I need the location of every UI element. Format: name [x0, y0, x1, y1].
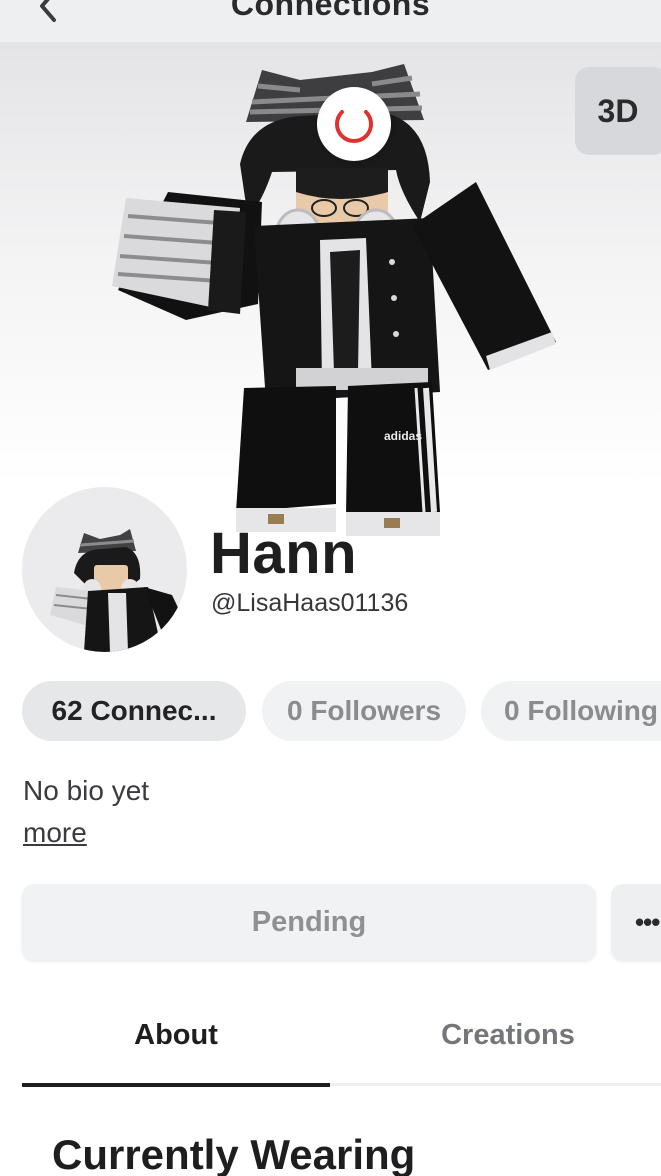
avatar[interactable] [22, 487, 187, 652]
more-dots-icon: ••• [635, 906, 660, 937]
avatar-viewer[interactable]: adidas 3D [0, 42, 661, 562]
connections-count-button[interactable]: 62 Connec... [22, 681, 246, 741]
svg-text:adidas: adidas [384, 429, 422, 443]
following-count-button[interactable]: 0 Following [481, 681, 661, 741]
more-options-button[interactable]: ••• [611, 884, 661, 960]
profile-page: Connections adidas 3D Hann @LisaHaas0113… [0, 0, 661, 1176]
loading-spinner [317, 87, 391, 161]
tab-creations[interactable]: Creations [354, 1010, 661, 1060]
page-title: Connections [230, 0, 431, 22]
bio-text: No bio yet [23, 775, 150, 806]
display-name: Hann [210, 521, 357, 586]
avatar-headshot-image [50, 529, 187, 652]
currently-wearing-heading: Currently Wearing [52, 1131, 416, 1176]
pending-connection-button[interactable]: Pending [22, 884, 596, 960]
followers-count-button[interactable]: 0 Followers [262, 681, 466, 741]
tab-selected-indicator [22, 1083, 330, 1087]
view-3d-button[interactable]: 3D [575, 67, 661, 155]
tab-about[interactable]: About [22, 1010, 330, 1060]
spinner-icon [335, 110, 373, 144]
username: @LisaHaas01136 [211, 589, 409, 617]
top-bar: Connections [0, 0, 661, 42]
bio-more-link[interactable]: more [23, 817, 87, 849]
